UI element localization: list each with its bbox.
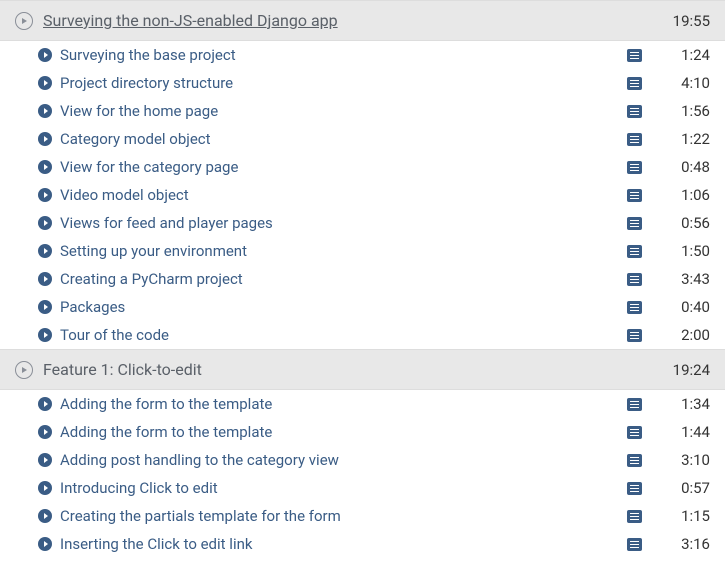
transcript-icon[interactable] — [627, 398, 642, 411]
lesson-row: Project directory structure 4:10 — [0, 69, 725, 97]
transcript-icon[interactable] — [627, 189, 642, 202]
lesson-duration: 3:16 — [672, 535, 710, 553]
play-icon[interactable] — [38, 272, 52, 286]
lesson-row: Adding post handling to the category vie… — [0, 446, 725, 474]
transcript-icon[interactable] — [627, 482, 642, 495]
lesson-duration: 1:34 — [672, 395, 710, 413]
lesson-duration: 1:15 — [672, 507, 710, 525]
lesson-title[interactable]: Adding post handling to the category vie… — [60, 451, 339, 469]
lesson-duration: 2:00 — [672, 326, 710, 344]
section-title[interactable]: Surveying the non-JS-enabled Django app — [43, 11, 338, 30]
lesson-title[interactable]: Category model object — [60, 130, 211, 148]
play-icon[interactable] — [38, 48, 52, 62]
play-icon[interactable] — [38, 188, 52, 202]
transcript-icon[interactable] — [627, 510, 642, 523]
lesson-duration: 1:24 — [672, 46, 710, 64]
transcript-icon[interactable] — [627, 426, 642, 439]
lesson-row: Creating a PyCharm project 3:43 — [0, 265, 725, 293]
lesson-row: Tour of the code 2:00 — [0, 321, 725, 349]
lesson-title[interactable]: Views for feed and player pages — [60, 214, 273, 232]
lesson-title[interactable]: Introducing Click to edit — [60, 479, 218, 497]
transcript-icon[interactable] — [627, 538, 642, 551]
play-icon[interactable] — [38, 537, 52, 551]
transcript-icon[interactable] — [627, 133, 642, 146]
play-icon[interactable] — [38, 397, 52, 411]
lesson-title[interactable]: Project directory structure — [60, 74, 233, 92]
lesson-title[interactable]: Surveying the base project — [60, 46, 236, 64]
lesson-title[interactable]: Creating a PyCharm project — [60, 270, 243, 288]
play-icon[interactable] — [38, 300, 52, 314]
lesson-row: View for the home page 1:56 — [0, 97, 725, 125]
transcript-icon[interactable] — [627, 217, 642, 230]
section-header[interactable]: Surveying the non-JS-enabled Django app 1… — [0, 0, 725, 41]
lesson-duration: 0:56 — [672, 214, 710, 232]
lesson-row: Adding the form to the template 1:44 — [0, 418, 725, 446]
section-title[interactable]: Feature 1: Click-to-edit — [43, 360, 202, 379]
lesson-duration: 1:56 — [672, 102, 710, 120]
lesson-row: Surveying the base project 1:24 — [0, 41, 725, 69]
section-duration: 19:24 — [673, 361, 710, 379]
transcript-icon[interactable] — [627, 454, 642, 467]
play-icon[interactable] — [38, 244, 52, 258]
lesson-row: Packages 0:40 — [0, 293, 725, 321]
lesson-title[interactable]: View for the home page — [60, 102, 218, 120]
lesson-duration: 0:40 — [672, 298, 710, 316]
play-icon[interactable] — [38, 509, 52, 523]
lesson-row: Setting up your environment 1:50 — [0, 237, 725, 265]
expand-icon — [15, 12, 33, 30]
lesson-title[interactable]: Creating the partials template for the f… — [60, 507, 341, 525]
play-icon[interactable] — [38, 76, 52, 90]
lesson-duration: 0:48 — [672, 158, 710, 176]
section-duration: 19:55 — [673, 12, 710, 30]
lesson-row: Inserting the Click to edit link 3:16 — [0, 530, 725, 558]
lesson-duration: 1:22 — [672, 130, 710, 148]
lesson-title[interactable]: Setting up your environment — [60, 242, 247, 260]
expand-icon — [15, 361, 33, 379]
play-icon[interactable] — [38, 453, 52, 467]
lesson-title[interactable]: Packages — [60, 298, 125, 316]
transcript-icon[interactable] — [627, 49, 642, 62]
play-icon[interactable] — [38, 481, 52, 495]
lesson-row: Category model object 1:22 — [0, 125, 725, 153]
transcript-icon[interactable] — [627, 273, 642, 286]
lesson-row: Adding the form to the template 1:34 — [0, 390, 725, 418]
lesson-title[interactable]: View for the category page — [60, 158, 238, 176]
play-icon[interactable] — [38, 425, 52, 439]
transcript-icon[interactable] — [627, 77, 642, 90]
lesson-title[interactable]: Tour of the code — [60, 326, 169, 344]
lesson-title[interactable]: Video model object — [60, 186, 189, 204]
lesson-duration: 1:44 — [672, 423, 710, 441]
lesson-title[interactable]: Inserting the Click to edit link — [60, 535, 252, 553]
lesson-row: Video model object 1:06 — [0, 181, 725, 209]
lesson-duration: 0:57 — [672, 479, 710, 497]
play-icon[interactable] — [38, 132, 52, 146]
play-icon[interactable] — [38, 216, 52, 230]
lesson-row: View for the category page 0:48 — [0, 153, 725, 181]
transcript-icon[interactable] — [627, 329, 642, 342]
lesson-title[interactable]: Adding the form to the template — [60, 423, 272, 441]
transcript-icon[interactable] — [627, 245, 642, 258]
section-header[interactable]: Feature 1: Click-to-edit 19:24 — [0, 349, 725, 390]
lesson-row: Views for feed and player pages 0:56 — [0, 209, 725, 237]
lesson-title[interactable]: Adding the form to the template — [60, 395, 272, 413]
transcript-icon[interactable] — [627, 105, 642, 118]
play-icon[interactable] — [38, 328, 52, 342]
lesson-row: Creating the partials template for the f… — [0, 502, 725, 530]
lesson-duration: 3:10 — [672, 451, 710, 469]
lesson-duration: 1:50 — [672, 242, 710, 260]
lesson-duration: 3:43 — [672, 270, 710, 288]
transcript-icon[interactable] — [627, 161, 642, 174]
play-icon[interactable] — [38, 104, 52, 118]
lesson-duration: 1:06 — [672, 186, 710, 204]
lesson-row: Introducing Click to edit 0:57 — [0, 474, 725, 502]
transcript-icon[interactable] — [627, 301, 642, 314]
play-icon[interactable] — [38, 160, 52, 174]
lesson-duration: 4:10 — [672, 74, 710, 92]
